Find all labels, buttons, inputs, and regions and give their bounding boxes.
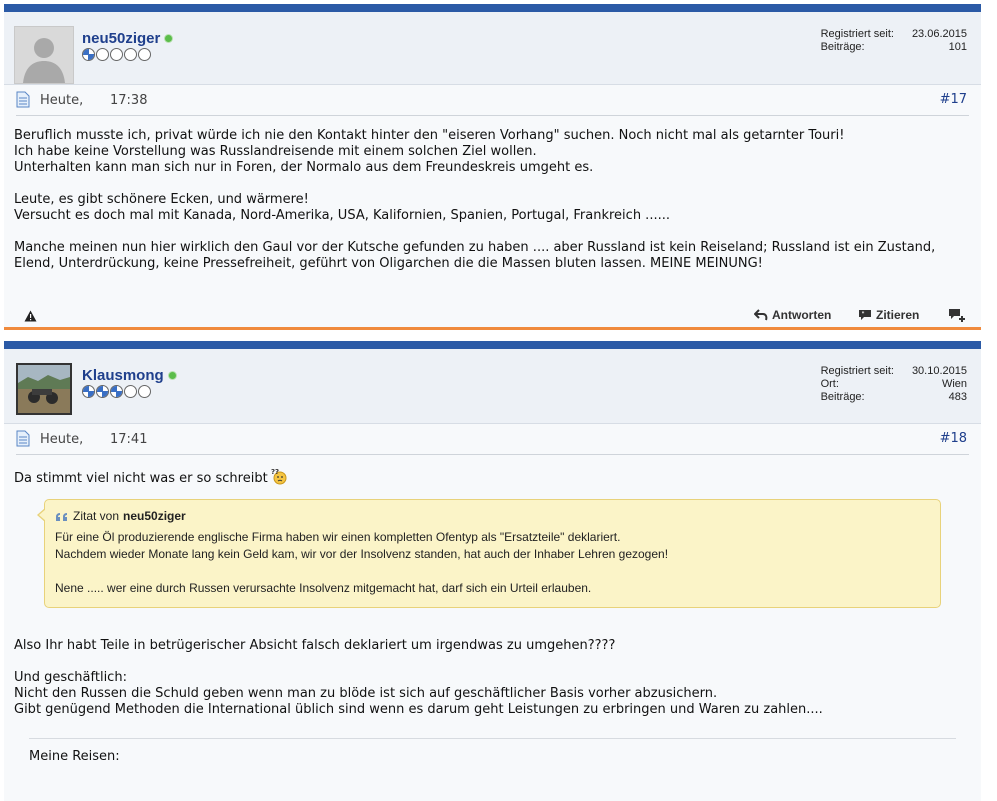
quote-header: Zitat von neu50ziger [55,508,930,525]
info-label: Registriert seit: [820,365,894,377]
quote-line: Für eine Öl produzierende englische Firm… [55,530,621,544]
confused-smiley-icon: ?? [271,468,287,485]
rank-pip-icon [82,385,95,398]
post-17: neu50ziger Registriert seit: 23.06.2015 B… [4,4,981,330]
post-header: neu50ziger Registriert seit: 23.06.2015 B… [4,12,981,85]
info-label: Beiträge: [820,391,865,403]
avatar[interactable] [16,363,72,415]
message-line: Manche meinen nun hier wirklich den Gaul… [14,240,936,255]
rank-pip-icon [96,385,109,398]
info-label: Registriert seit: [820,28,894,40]
reply-arrow-icon [754,309,768,321]
post-time: 17:38 [110,93,148,108]
post-top-bar [4,341,981,349]
user-info: Registriert seit: 23.06.2015 Beiträge: 101 [821,28,967,54]
post-message: Beruflich musste ich, privat würde ich n… [4,116,981,272]
info-value: 483 [948,391,967,403]
post-top-bar [4,4,981,12]
post-number-link[interactable]: #18 [940,431,967,446]
message-line: Also Ihr habt Teile in betrügerischer Ab… [14,638,616,653]
message-line: Nicht den Russen die Schuld geben wenn m… [14,686,718,701]
user-avatar-photo [18,365,70,413]
rank-pip-icon [138,385,151,398]
message-line: Und geschäftlich: [14,670,127,685]
username-row: Klausmong [82,367,176,384]
report-warning-icon[interactable] [24,310,37,322]
quote-button[interactable]: " Zitieren [858,308,919,322]
page-right-edge [985,0,997,796]
online-status-icon [165,35,173,42]
info-value: Wien [941,378,967,390]
message-intro: Da stimmt viel nicht was er so schreibt … [14,467,971,487]
user-info: Registriert seit: 30.10.2015 Ort: Wien Bei… [821,365,967,404]
quote-bubble-icon: " [859,310,871,320]
default-avatar-icon [15,27,73,83]
rank-pip-icon [138,48,151,61]
rank-pip-icon [124,48,137,61]
user-rank [82,385,151,398]
rank-pip-icon [96,48,109,61]
reply-label: Antworten [772,308,832,322]
username-row: neu50ziger [82,30,173,47]
rank-pip-icon [110,385,123,398]
info-label: Ort: [820,378,839,390]
post-date: Heute, [40,432,84,447]
rank-pip-icon [82,48,95,61]
post-message: Da stimmt viel nicht was er so schreibt … [4,455,981,718]
multiquote-plus-icon [949,309,965,322]
quote-prefix: Zitat von [73,509,120,523]
message-line: Beruflich musste ich, privat würde ich n… [14,128,845,143]
svg-text:??: ?? [271,468,279,476]
quote-author-link[interactable]: neu50ziger [123,508,186,525]
document-icon [16,430,30,447]
post-time: 17:41 [110,432,148,447]
message-line: Da stimmt viel nicht was er so schreibt [14,471,268,486]
info-value: 23.06.2015 [911,28,967,40]
document-icon [16,91,30,108]
message-line: Unterhalten kann man sich nur in Foren, … [14,160,594,175]
post-footer: Antworten " Zitieren [4,296,981,330]
post-divider [4,327,981,330]
online-status-icon [168,372,176,379]
quote-label: Zitieren [876,308,920,322]
username-link[interactable]: Klausmong [82,367,164,384]
username-link[interactable]: neu50ziger [82,30,160,47]
rank-pip-icon [124,385,137,398]
post-meta: Heute, 17:41 #18 [16,424,969,455]
multiquote-button[interactable] [948,308,968,322]
info-value: 101 [948,41,967,53]
post-number-link[interactable]: #17 [940,92,967,107]
quote-line: Nene ..... wer eine durch Russen verursa… [55,581,592,595]
quote-marks-icon [56,512,67,521]
message-line: Elend, Unterdrückung, keine Pressefreihe… [14,256,763,271]
message-line: Leute, es gibt schönere Ecken, und wärme… [14,192,309,207]
user-rank [82,48,151,61]
post-date: Heute, [40,93,84,108]
info-value: 30.10.2015 [911,365,967,377]
signature: Meine Reisen: [29,749,120,764]
svg-text:": " [862,311,865,318]
reply-button[interactable]: Antworten [754,308,831,322]
message-line: Gibt genügend Methoden die International… [14,702,823,717]
avatar[interactable] [14,26,74,84]
quote-block: Zitat von neu50ziger Für eine Öl produzi… [37,499,941,608]
message-line: Versucht es doch mal mit Kanada, Nord-Am… [14,208,670,223]
quote-line: Nachdem wieder Monate lang kein Geld kam… [55,547,669,561]
post-header: Klausmong Registriert seit: 30.10.2015 Or… [4,349,981,424]
post-18: Klausmong Registriert seit: 30.10.2015 Or… [4,341,981,801]
info-label: Beiträge: [820,41,865,53]
post-meta: Heute, 17:38 #17 [16,85,969,116]
rank-pip-icon [110,48,123,61]
message-line: Ich habe keine Vorstellung was Russlandr… [14,144,537,159]
